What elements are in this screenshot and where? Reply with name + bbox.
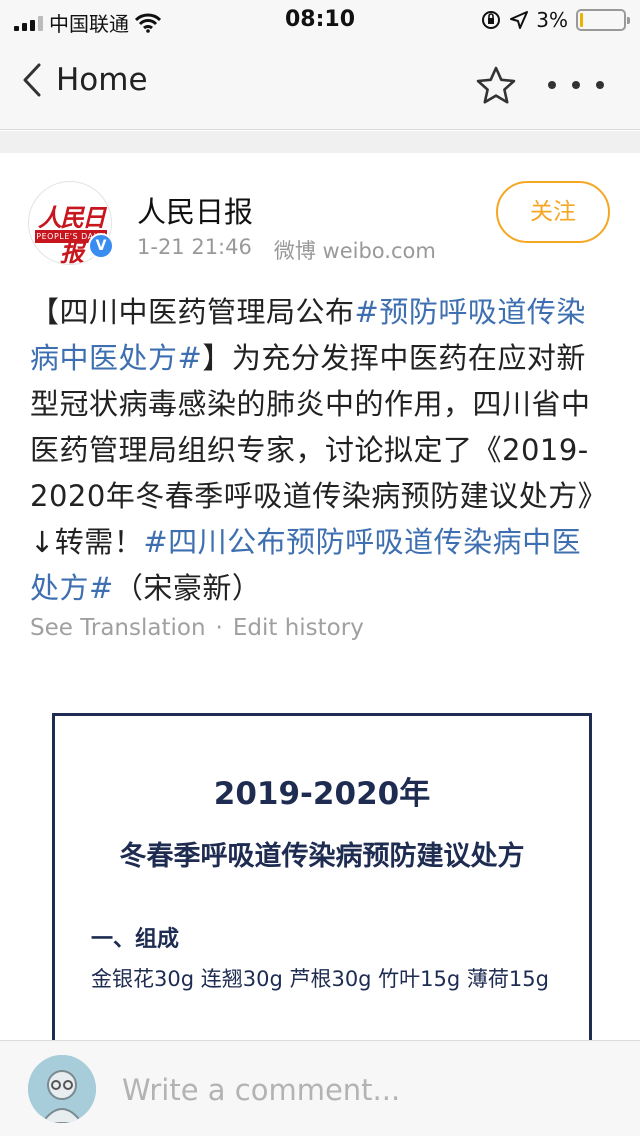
status-bar: 中国联通 08:10 3% <box>0 0 640 40</box>
edit-history-link[interactable]: Edit history <box>233 615 364 641</box>
more-icon <box>548 81 556 89</box>
image-body-text: 金银花30g 连翘30g 芦根30g 竹叶15g 薄荷15g <box>91 967 549 991</box>
post-text: 【四川中医药管理局公布#预防呼吸道传染病中医处方#】为充分发挥中医药在应对新型冠… <box>30 289 610 611</box>
post-text-part: 【四川中医药管理局公布 <box>30 295 355 329</box>
battery-icon <box>576 9 630 31</box>
follow-button[interactable]: 关注 <box>496 181 610 243</box>
post-image[interactable]: 2019-2020年 冬春季呼吸道传染病预防建议处方 一、组成 金银花30g 连… <box>52 713 592 1040</box>
user-avatar-image <box>28 1055 96 1123</box>
post-actions: See Translation · Edit history <box>30 615 364 641</box>
battery-percent: 3% <box>536 8 568 32</box>
post-timestamp: 1-21 21:46 <box>137 235 252 259</box>
orientation-lock-icon <box>482 11 501 29</box>
verified-badge-icon: V <box>88 233 114 259</box>
back-label: Home <box>56 62 148 98</box>
post-meta: 1-21 21:46 微博 weibo.com <box>137 235 436 265</box>
image-title-line2: 冬春季呼吸道传染病预防建议处方 <box>119 841 525 872</box>
favorite-button[interactable] <box>474 64 518 108</box>
comment-bar <box>0 1040 640 1136</box>
section-divider <box>0 131 640 153</box>
chevron-left-icon <box>23 63 41 97</box>
back-button[interactable]: Home <box>22 62 148 98</box>
image-section-heading: 一、组成 <box>91 927 180 952</box>
post-text-part: （宋豪新） <box>113 571 262 605</box>
more-button[interactable] <box>548 70 604 100</box>
post-card: 人民日报 PEOPLE'S DAILY V 人民日报 1-21 21:46 微博… <box>0 153 640 1040</box>
separator: · <box>215 615 223 641</box>
see-translation-link[interactable]: See Translation <box>30 615 206 641</box>
nav-bar: Home <box>0 40 640 130</box>
star-icon <box>476 66 516 104</box>
author-name[interactable]: 人民日报 <box>137 189 253 231</box>
location-icon <box>510 11 529 29</box>
post-source: 微博 weibo.com <box>273 239 436 263</box>
image-title-line1: 2019-2020年 <box>213 776 431 812</box>
user-avatar[interactable] <box>28 1055 96 1123</box>
status-right: 3% <box>480 8 630 32</box>
comment-input[interactable] <box>122 1067 592 1113</box>
